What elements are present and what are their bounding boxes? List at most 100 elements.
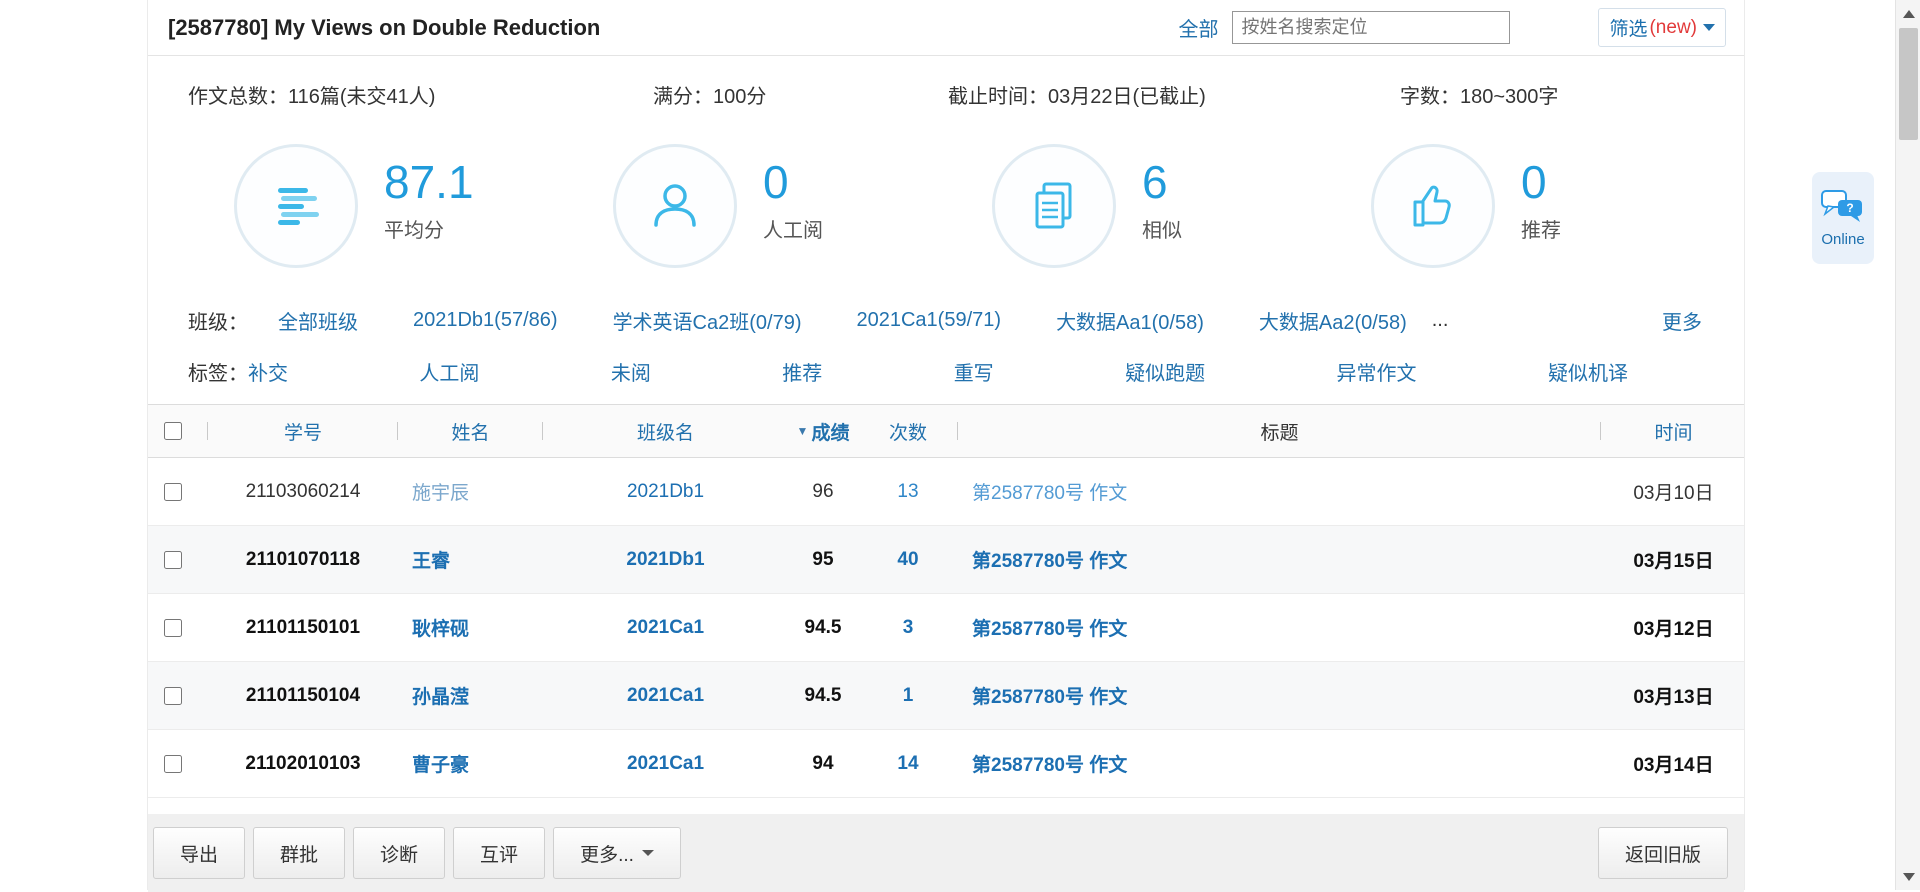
tag-link-unread[interactable]: 未阅 <box>611 357 651 386</box>
sort-by-time[interactable]: 时间 <box>1654 418 1692 445</box>
time-cell: 03月13日 <box>1601 662 1746 729</box>
tag-link-abnormal[interactable]: 异常作文 <box>1337 357 1417 386</box>
student-name-link[interactable]: 王睿 <box>412 546 450 573</box>
class-filter-row: 班级： 全部班级 2021Db1(57/86) 学术英语Ca2班(0/79) 2… <box>148 306 1744 335</box>
header-name: 姓名 <box>398 405 543 457</box>
class-filter-link[interactable]: 学术英语Ca2班(0/79) <box>613 306 802 335</box>
count-link[interactable]: 40 <box>897 549 918 571</box>
stat-text: 0 人工阅 <box>763 144 823 268</box>
count-link[interactable]: 3 <box>903 617 914 639</box>
essay-title-link[interactable]: 第2587780号 作文 <box>972 750 1127 777</box>
tag-link-manual[interactable]: 人工阅 <box>419 357 479 386</box>
student-name-link[interactable]: 耿梓砚 <box>412 614 469 641</box>
scroll-up-button[interactable] <box>1896 0 1920 27</box>
class-filter-link[interactable]: 大数据Aa1(0/58) <box>1056 306 1204 335</box>
scroll-up-arrow-icon <box>1903 10 1915 18</box>
all-link[interactable]: 全部 <box>1178 13 1218 42</box>
sort-by-class[interactable]: 班级名 <box>637 418 694 445</box>
online-support-widget[interactable]: ? Online <box>1812 172 1874 264</box>
sort-by-count[interactable]: 次数 <box>889 418 927 445</box>
sort-by-student-id[interactable]: 学号 <box>284 418 322 445</box>
class-filter-link[interactable]: 2021Ca1(59/71) <box>857 309 1002 332</box>
table-header: 学号 姓名 班级名 ▼成绩 次数 标题 时间 <box>148 404 1744 458</box>
sort-by-name[interactable]: 姓名 <box>451 418 489 445</box>
sort-by-score[interactable]: 成绩 <box>811 418 849 445</box>
stat-circle <box>613 144 737 268</box>
score-cell: 94.5 <box>788 662 858 729</box>
class-link[interactable]: 2021Db1 <box>627 481 704 503</box>
name-cell: 施宇辰 <box>398 458 543 525</box>
essay-title-link[interactable]: 第2587780号 作文 <box>972 546 1127 573</box>
class-filter-link[interactable]: 2021Db1(57/86) <box>413 309 558 332</box>
class-link[interactable]: 2021Ca1 <box>627 617 704 639</box>
student-name-link[interactable]: 施宇辰 <box>412 478 469 505</box>
tag-link-machine-translate[interactable]: 疑似机译 <box>1548 357 1628 386</box>
row-checkbox[interactable] <box>164 483 182 501</box>
count-cell: 40 <box>858 526 958 593</box>
similar-value: 6 <box>1142 158 1182 206</box>
class-cell: 2021Db1 <box>543 458 788 525</box>
class-cell: 2021Db1 <box>543 526 788 593</box>
summary-full-score-label: 满分： <box>653 86 713 108</box>
count-cell: 13 <box>858 458 958 525</box>
count-link[interactable]: 1 <box>903 685 914 707</box>
class-filter-link[interactable]: 大数据Aa2(0/58) <box>1259 306 1407 335</box>
select-all-checkbox[interactable] <box>164 422 182 440</box>
online-label: Online <box>1821 231 1864 248</box>
row-checkbox[interactable] <box>164 619 182 637</box>
scroll-down-button[interactable] <box>1896 863 1920 890</box>
table-row: 21101150101 耿梓砚 2021Ca1 94.5 3 第2587780号… <box>148 594 1744 662</box>
essay-title-link[interactable]: 第2587780号 作文 <box>972 682 1127 709</box>
row-checkbox-cell <box>148 662 208 729</box>
tag-link-offtopic[interactable]: 疑似跑题 <box>1125 357 1205 386</box>
filter-dropdown[interactable]: 筛选 (new) <box>1598 8 1726 47</box>
tag-link-rewrite[interactable]: 重写 <box>954 357 994 386</box>
class-filter-all[interactable]: 全部班级 <box>278 306 358 335</box>
average-score-value: 87.1 <box>384 158 474 206</box>
stat-text: 6 相似 <box>1142 144 1182 268</box>
header-class-name: 班级名 <box>543 405 788 457</box>
export-button[interactable]: 导出 <box>153 827 245 879</box>
student-name-link[interactable]: 孙晶滢 <box>412 682 469 709</box>
header-count: 次数 <box>858 405 958 457</box>
essay-title-link[interactable]: 第2587780号 作文 <box>972 478 1127 505</box>
student-id-cell: 21101150101 <box>208 594 398 661</box>
tag-link-recommend[interactable]: 推荐 <box>782 357 822 386</box>
class-link[interactable]: 2021Ca1 <box>627 753 704 775</box>
diagnose-button[interactable]: 诊断 <box>353 827 445 879</box>
student-id-cell: 21101150104 <box>208 662 398 729</box>
stat-recommend: 0 推荐 <box>1371 144 1561 268</box>
row-checkbox[interactable] <box>164 755 182 773</box>
class-cell: 2021Ca1 <box>543 730 788 797</box>
time-cell: 03月15日 <box>1601 526 1746 593</box>
name-search-input[interactable] <box>1232 11 1510 44</box>
tag-link-late[interactable]: 补交 <box>248 357 288 386</box>
scrollbar-thumb[interactable] <box>1899 28 1918 140</box>
table-row: 21102010103 曹子豪 2021Ca1 94 14 第2587780号 … <box>148 730 1744 798</box>
summary-word-count-label: 字数： <box>1400 86 1460 108</box>
chevron-down-icon <box>1703 24 1715 31</box>
score-cell: 94.5 <box>788 594 858 661</box>
row-checkbox[interactable] <box>164 687 182 705</box>
more-actions-button[interactable]: 更多... <box>553 827 681 879</box>
table-body: 21103060214 施宇辰 2021Db1 96 13 第2587780号 … <box>148 458 1744 798</box>
batch-review-button[interactable]: 群批 <box>253 827 345 879</box>
peer-review-button[interactable]: 互评 <box>453 827 545 879</box>
stats-row: 87.1 平均分 0 人工阅 <box>148 144 1744 276</box>
class-link[interactable]: 2021Db1 <box>626 549 704 571</box>
essay-title-link[interactable]: 第2587780号 作文 <box>972 614 1127 641</box>
filter-new-badge: (new) <box>1649 17 1697 39</box>
class-link[interactable]: 2021Ca1 <box>627 685 704 707</box>
class-filter-more[interactable]: 更多 <box>1662 306 1702 335</box>
stat-similar: 6 相似 <box>992 144 1182 268</box>
row-checkbox[interactable] <box>164 551 182 569</box>
back-to-old-version-button[interactable]: 返回旧版 <box>1598 827 1728 879</box>
summary-full-score: 满分：100分 <box>653 80 766 109</box>
student-name-link[interactable]: 曹子豪 <box>412 750 469 777</box>
scrollbar[interactable] <box>1895 0 1920 890</box>
similar-papers-icon <box>1023 175 1085 237</box>
count-link[interactable]: 14 <box>897 753 918 775</box>
row-checkbox-cell <box>148 730 208 797</box>
count-link[interactable]: 13 <box>897 481 918 503</box>
name-cell: 曹子豪 <box>398 730 543 797</box>
